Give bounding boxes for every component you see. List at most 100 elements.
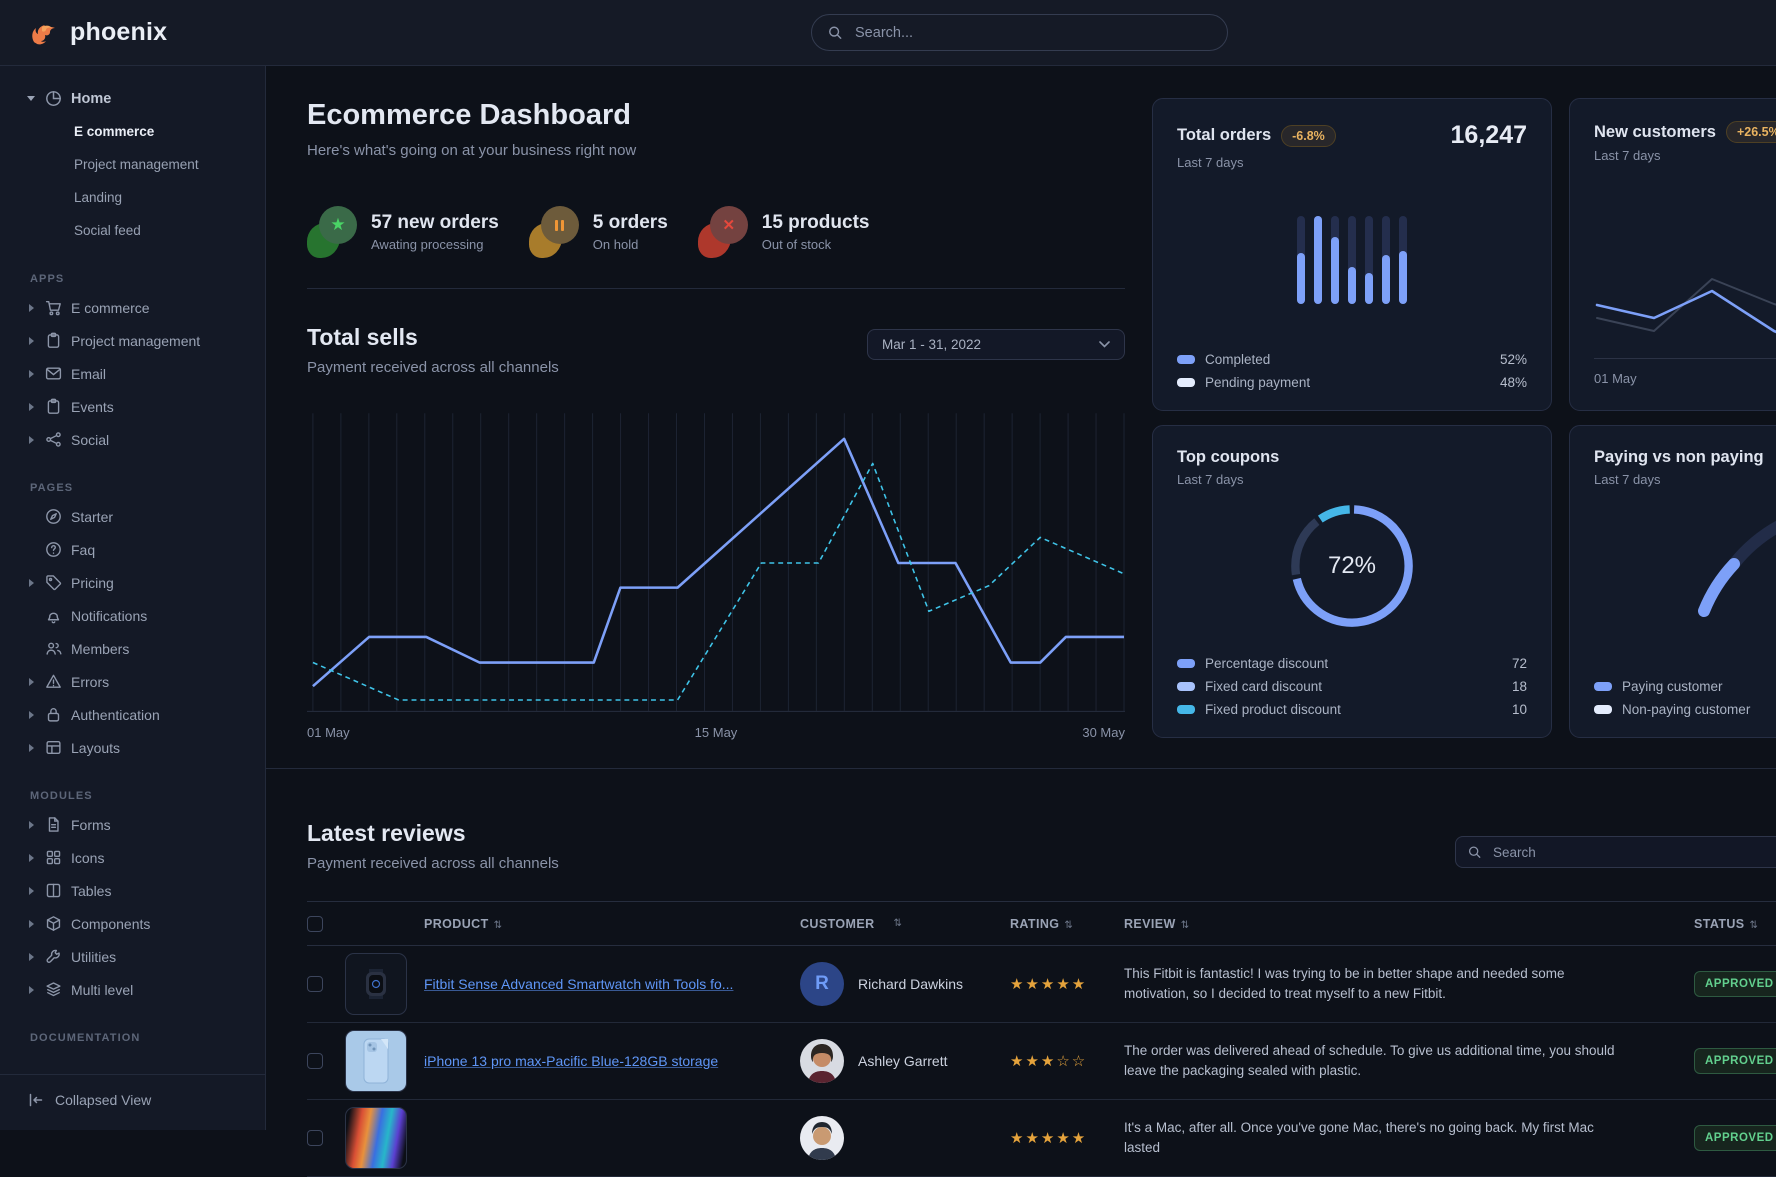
sidebar-subitem-project-management[interactable]: Project management xyxy=(0,148,265,181)
sidebar-item-starter[interactable]: Starter xyxy=(0,500,265,533)
sidebar-item-social[interactable]: Social xyxy=(0,423,265,456)
sidebar-item-events[interactable]: Events xyxy=(0,390,265,423)
orders-processing-icon: ★ xyxy=(307,206,357,258)
legend-item: Percentage discount72 xyxy=(1177,656,1527,671)
sidebar-item-label: Tables xyxy=(71,883,111,899)
sidebar-item-components[interactable]: Components xyxy=(0,907,265,940)
sidebar-item-label: Layouts xyxy=(71,740,120,756)
sidebar-item-errors[interactable]: Errors xyxy=(0,665,265,698)
product-thumbnail-iphone[interactable] xyxy=(345,1030,407,1092)
product-thumbnail-macbook[interactable] xyxy=(345,1107,407,1169)
sort-icon: ⇅ xyxy=(1750,920,1759,931)
avatar[interactable]: R xyxy=(800,962,844,1006)
bell-icon xyxy=(45,607,62,624)
legend-swatch xyxy=(1594,705,1612,714)
row-checkbox[interactable] xyxy=(307,976,323,992)
x-axis-labels: 01 May15 May30 May xyxy=(307,725,1125,740)
column-header-customer[interactable]: CUSTOMER⇅ xyxy=(800,917,1010,931)
avatar[interactable] xyxy=(800,1039,844,1083)
sidebar-subitem-landing[interactable]: Landing xyxy=(0,181,265,214)
sidebar-item-notifications[interactable]: Notifications xyxy=(0,599,265,632)
reviews-search-input[interactable] xyxy=(1491,844,1776,861)
legend-item: Completed52% xyxy=(1177,352,1527,367)
x-icon: ✕ xyxy=(722,216,735,234)
sidebar: Home E commerceProject managementLanding… xyxy=(0,66,266,1130)
collapse-icon xyxy=(28,1092,44,1108)
product-link[interactable]: iPhone 13 pro max-Pacific Blue-128GB sto… xyxy=(424,1053,800,1069)
stat-new-orders: ★ 57 new orders Awating processing xyxy=(307,206,499,258)
column-header-rating[interactable]: RATING⇅ xyxy=(1010,917,1124,931)
sidebar-item-label: Events xyxy=(71,399,114,415)
tag-icon xyxy=(45,574,62,591)
sidebar-item-pricing[interactable]: Pricing xyxy=(0,566,265,599)
sidebar-item-project-management[interactable]: Project management xyxy=(0,324,265,357)
column-header-product[interactable]: PRODUCT⇅ xyxy=(424,917,800,931)
collapse-view-button[interactable]: Collapsed View xyxy=(0,1074,265,1130)
sidebar-subitem-e-commerce[interactable]: E commerce xyxy=(0,115,265,148)
date-range-select[interactable]: Mar 1 - 31, 2022 xyxy=(867,329,1125,360)
order-bar xyxy=(1314,216,1322,304)
brand-logo[interactable]: phoenix xyxy=(28,18,167,48)
stat-subtitle: On hold xyxy=(593,237,668,252)
sidebar-item-label: E commerce xyxy=(71,300,150,316)
chevron-right-icon xyxy=(26,711,36,719)
sidebar-item-icons[interactable]: Icons xyxy=(0,841,265,874)
chevron-right-icon xyxy=(26,436,36,444)
legend-item: Pending payment48% xyxy=(1177,375,1527,390)
cart-icon xyxy=(45,299,62,316)
top-navbar: phoenix xyxy=(0,0,1776,66)
table-row: ★★★★★ It's a Mac, after all. Once you've… xyxy=(307,1100,1776,1177)
chevron-right-icon xyxy=(26,304,36,312)
row-checkbox[interactable] xyxy=(307,1053,323,1069)
page-title: Ecommerce Dashboard xyxy=(307,98,1125,132)
sidebar-item-home[interactable]: Home xyxy=(0,82,265,115)
column-header-status[interactable]: STATUS⇅ xyxy=(1664,917,1776,931)
sidebar-item-label: Starter xyxy=(71,509,113,525)
avatar[interactable] xyxy=(800,1116,844,1160)
customer-name[interactable]: Ashley Garrett xyxy=(858,1053,947,1069)
sidebar-item-layouts[interactable]: Layouts xyxy=(0,731,265,764)
legend-item: Non-paying customer xyxy=(1594,702,1776,717)
product-link[interactable]: Fitbit Sense Advanced Smartwatch with To… xyxy=(424,976,800,992)
global-search[interactable] xyxy=(811,14,1228,51)
order-bar xyxy=(1399,216,1407,304)
grid-icon xyxy=(45,849,62,866)
sidebar-item-utilities[interactable]: Utilities xyxy=(0,940,265,973)
total-orders-card: Total orders -6.8% 16,247 Last 7 days Co… xyxy=(1152,98,1552,411)
sidebar-item-tables[interactable]: Tables xyxy=(0,874,265,907)
legend-swatch xyxy=(1594,682,1612,691)
customer-name[interactable]: Richard Dawkins xyxy=(858,976,963,992)
sidebar-item-faq[interactable]: Faq xyxy=(0,533,265,566)
sidebar-item-label: Authentication xyxy=(71,707,160,723)
date-range-value: Mar 1 - 31, 2022 xyxy=(882,337,981,352)
top-coupons-card: Top coupons Last 7 days 72% Percentage d… xyxy=(1152,425,1552,738)
sidebar-item-email[interactable]: Email xyxy=(0,357,265,390)
table-header: PRODUCT⇅ CUSTOMER⇅ RATING⇅ REVIEW⇅ STATU… xyxy=(307,901,1776,946)
sidebar-subitem-social-feed[interactable]: Social feed xyxy=(0,214,265,247)
sidebar-item-e-commerce[interactable]: E commerce xyxy=(0,291,265,324)
legend-swatch xyxy=(1177,705,1195,714)
sidebar-item-multi-level[interactable]: Multi level xyxy=(0,973,265,1006)
sidebar-item-label: Utilities xyxy=(71,949,116,965)
new-customers-card: New customers +26.5% Last 7 days 01 May xyxy=(1569,98,1776,411)
table-row: Fitbit Sense Advanced Smartwatch with To… xyxy=(307,946,1776,1023)
change-badge: +26.5% xyxy=(1726,121,1776,143)
chevron-right-icon xyxy=(26,337,36,345)
stat-title: 15 products xyxy=(762,212,870,234)
sidebar-item-authentication[interactable]: Authentication xyxy=(0,698,265,731)
total-sells-title: Total sells xyxy=(307,323,559,351)
quick-stats: ★ 57 new orders Awating processing xyxy=(307,206,1125,258)
sidebar-item-label: Forms xyxy=(71,817,111,833)
sidebar-item-members[interactable]: Members xyxy=(0,632,265,665)
sidebar-item-label: Social xyxy=(71,432,109,448)
product-thumbnail-smartwatch[interactable] xyxy=(345,953,407,1015)
column-header-review[interactable]: REVIEW⇅ xyxy=(1124,917,1664,931)
global-search-input[interactable] xyxy=(853,24,1211,42)
row-checkbox[interactable] xyxy=(307,1130,323,1146)
users-icon xyxy=(45,640,62,657)
select-all-checkbox[interactable] xyxy=(307,916,323,932)
reviews-search[interactable] xyxy=(1455,836,1776,868)
file-icon xyxy=(45,816,62,833)
sidebar-item-forms[interactable]: Forms xyxy=(0,808,265,841)
paying-legend: Paying customerNon-paying customer xyxy=(1594,671,1776,717)
